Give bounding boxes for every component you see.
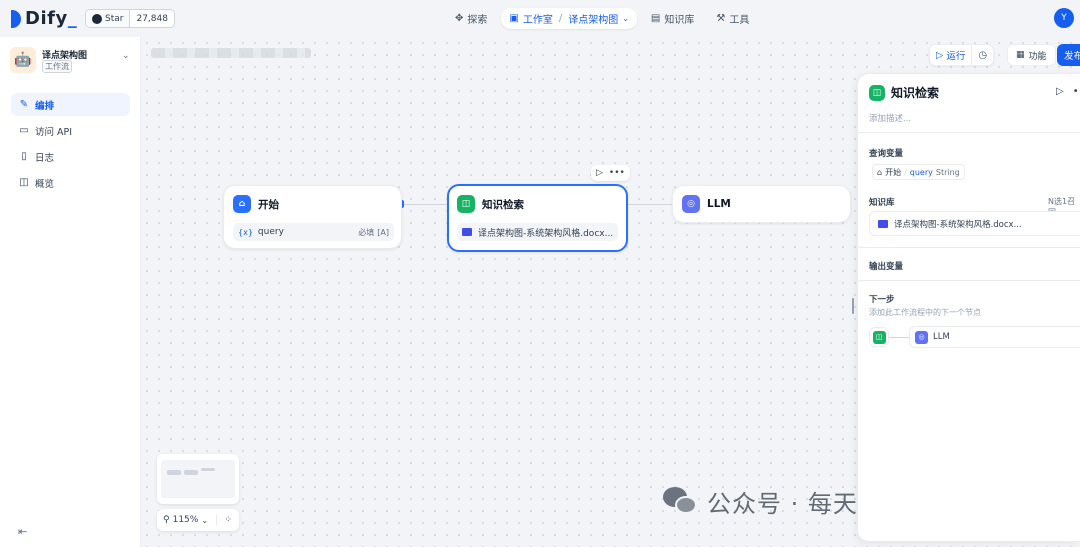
sidebar-item-logs[interactable]: ▯ 日志	[11, 145, 130, 168]
minimap[interactable]	[157, 454, 239, 504]
chevron-down-icon[interactable]: ⌄	[622, 14, 629, 23]
sidebar-item-orchestrate[interactable]: ✎ 编排	[11, 93, 130, 116]
logo-mark-icon	[11, 9, 21, 28]
knowledge-node-title: 知识检索	[482, 198, 524, 211]
sidebar-menu: ✎ 编排 ▭ 访问 API ▯ 日志 ◫ 概览	[11, 93, 130, 197]
variable-type: [A]	[377, 227, 389, 237]
edit-icon: ✎	[19, 99, 29, 110]
query-variable-label: 查询变量	[869, 149, 904, 159]
more-icon[interactable]: •••	[1073, 86, 1080, 97]
top-bar: Dify_ Star 27,848 ✥ 探索 ▣ 工作室 / 译点架构图 ⌄ ▤ 知识库 ⚒…	[0, 0, 1080, 37]
sidebar: 🤖 译点架构图 工作流 ⌄ ✎ 编排 ▭ 访问 API ▯ 日志 ◫ 概览 ⇤	[0, 37, 141, 547]
node-toolbar: ▷ •••	[591, 165, 630, 181]
nav-tools[interactable]: ⚒ 工具	[708, 8, 757, 29]
terminal-icon: ▭	[19, 125, 29, 136]
llm-icon: ◎	[915, 330, 928, 344]
brand-name: Dify	[25, 8, 68, 29]
next-step-row: ◫ ◎ LLM	[869, 325, 1080, 349]
home-icon: ⌂	[877, 167, 883, 177]
zoom-control: ⚲ 115% ⌄ ⁘	[157, 509, 239, 531]
next-node-llm[interactable]: ◎ LLM	[909, 326, 1080, 348]
app-type-badge: 工作流	[42, 60, 72, 73]
features-button[interactable]: ▦ 功能	[1007, 44, 1056, 66]
panel-title: 知识检索	[891, 86, 940, 100]
sidebar-item-api[interactable]: ▭ 访问 API	[11, 119, 130, 142]
book-icon: ▤	[650, 13, 661, 24]
run-button[interactable]: ▷ 运行	[930, 45, 971, 65]
home-icon: ⌂	[233, 195, 251, 213]
start-variable-row: {x} query 必填 [A]	[233, 223, 394, 241]
knowledge-retrieval-node[interactable]: ◫ 知识检索 译点架构图-系统架构风格.docx...	[447, 184, 628, 252]
dataset-name: 译点架构图-系统架构风格.docx...	[477, 228, 613, 239]
variable-name: query	[257, 227, 284, 237]
query-variable-selector[interactable]: ⌂ 开始 / query String	[872, 164, 965, 180]
collapse-sidebar-icon[interactable]: ⇤	[18, 525, 27, 538]
publish-button[interactable]: 发布	[1057, 44, 1080, 66]
zoom-icon: ⚲	[163, 515, 170, 525]
chart-icon: ◫	[19, 177, 29, 188]
next-step-label: 下一步	[869, 295, 895, 305]
chevron-down-icon[interactable]: ⌄	[122, 51, 130, 61]
star-count: 27,848	[136, 13, 168, 24]
run-node-icon[interactable]: ▷	[1056, 86, 1064, 97]
folder-icon	[462, 228, 472, 236]
robot-icon: 🤖	[10, 47, 36, 73]
blurred-title	[151, 48, 311, 58]
book-icon: ◫	[869, 84, 885, 101]
tool-icon: ⚒	[716, 13, 726, 24]
github-star-button[interactable]: Star 27,848	[85, 9, 175, 28]
folder-icon	[878, 219, 888, 228]
clock-icon: ◷	[978, 49, 988, 61]
sidebar-item-overview[interactable]: ◫ 概览	[11, 171, 130, 194]
avatar[interactable]: Y	[1054, 8, 1074, 28]
play-icon: ▷	[936, 49, 944, 61]
knowledge-base-item[interactable]: 译点架构图-系统架构风格.docx...	[869, 211, 1080, 236]
start-node[interactable]: ⌂ 开始 {x} query 必填 [A]	[223, 185, 402, 249]
wechat-icon	[663, 486, 699, 517]
app-selector[interactable]: 🤖 译点架构图 工作流 ⌄	[10, 47, 132, 75]
organize-icon[interactable]: ⁘	[217, 515, 239, 525]
compass-icon: ✥	[455, 13, 464, 24]
nav-studio[interactable]: ▣ 工作室 / 译点架构图 ⌄	[501, 8, 637, 29]
llm-node-title: LLM	[707, 198, 731, 210]
studio-icon: ▣	[509, 13, 519, 24]
run-node-icon[interactable]: ▷	[596, 168, 603, 178]
github-icon	[92, 13, 102, 24]
star-label: Star	[105, 13, 124, 24]
start-node-title: 开始	[258, 198, 279, 211]
panel-resize-handle[interactable]	[852, 298, 854, 314]
description-input[interactable]: 添加描述...	[869, 112, 911, 124]
dataset-row: 译点架构图-系统架构风格.docx...	[457, 223, 618, 241]
grid-icon: ▦	[1016, 50, 1025, 60]
output-variables-label[interactable]: 输出变量	[869, 260, 903, 272]
current-app-crumb: 译点架构图	[568, 15, 619, 26]
more-icon[interactable]: •••	[609, 168, 625, 178]
llm-icon: ◎	[682, 195, 700, 213]
knowledge-base-label: 知识库	[869, 198, 895, 208]
file-icon: ▯	[21, 151, 27, 162]
required-label: 必填	[358, 227, 375, 237]
edge-knowledge-llm	[628, 204, 673, 205]
nav-knowledge[interactable]: ▤ 知识库	[643, 8, 702, 29]
history-button[interactable]: ◷	[971, 45, 993, 65]
main-nav: ✥ 探索 ▣ 工作室 / 译点架构图 ⌄ ▤ 知识库 ⚒ 工具	[447, 8, 757, 29]
chevron-down-icon: ⌄	[201, 515, 209, 525]
nav-explore[interactable]: ✥ 探索	[447, 8, 495, 29]
node-config-panel: ◫ 知识检索 ▷ ••• 添加描述... 查询变量 ⌂ 开始 / query S…	[857, 73, 1080, 542]
dify-logo[interactable]: Dify_	[11, 8, 77, 29]
book-icon: ◫	[872, 330, 886, 344]
run-group: ▷ 运行 ◷	[929, 44, 995, 66]
next-step-desc: 添加此工作流程中的下一个节点	[869, 308, 981, 317]
zoom-level: 115%	[172, 515, 199, 525]
book-icon: ◫	[457, 195, 475, 213]
edge-start-knowledge	[403, 204, 448, 205]
zoom-dropdown[interactable]: ⚲ 115% ⌄	[157, 515, 216, 525]
variable-icon: {x}	[238, 227, 253, 237]
llm-node[interactable]: ◎ LLM	[672, 185, 851, 223]
